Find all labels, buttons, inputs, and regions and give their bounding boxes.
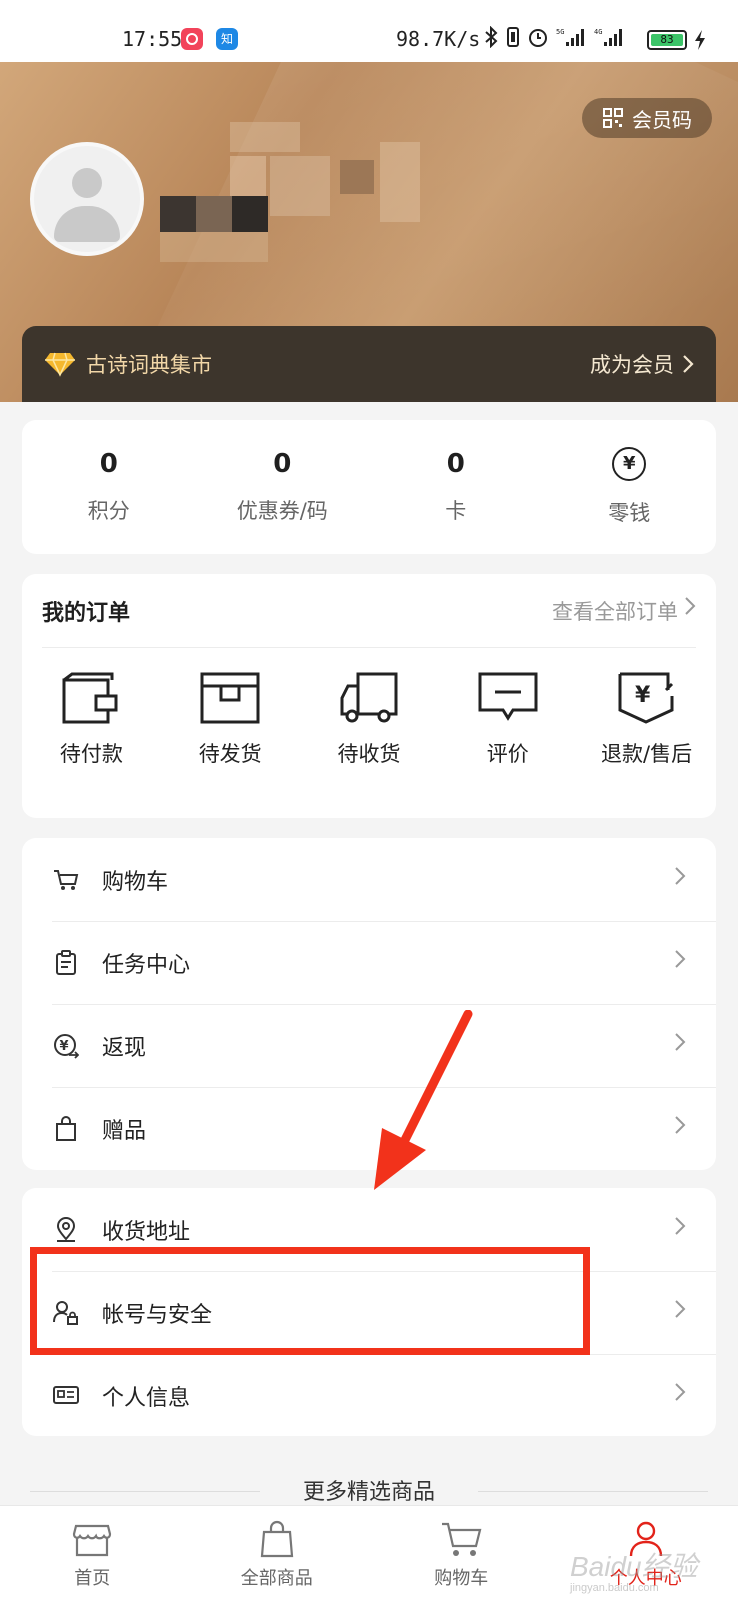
coupons-value: 0: [273, 449, 292, 479]
balance-label: 零钱: [608, 501, 651, 525]
alarm-icon: [529, 29, 547, 47]
orders-header: 我的订单 查看全部订单: [42, 574, 696, 648]
cards-value: 0: [446, 449, 465, 479]
nav-home[interactable]: 首页: [0, 1506, 185, 1600]
cart-icon: [54, 869, 79, 890]
nav-home-label: 首页: [74, 1568, 111, 1589]
orders-title: 我的订单: [42, 600, 131, 626]
stats-card: 0 积分 0 优惠券/码 0 卡 ¥ 零钱: [22, 420, 716, 554]
nav-all-products-label: 全部商品: [240, 1568, 313, 1589]
username-redacted: [160, 122, 440, 272]
store-icon: [73, 1524, 112, 1557]
comment-icon: [478, 672, 538, 721]
chevron-right-icon: [675, 1217, 686, 1235]
app-notification-icon: [181, 28, 203, 50]
bag-icon: [260, 1520, 293, 1558]
menu-label-personal-info: 个人信息: [102, 1385, 191, 1411]
order-status-row: 待付款 待发货 待收货 评价 ¥ 退款/售后: [22, 670, 716, 768]
svg-text:¥: ¥: [635, 683, 651, 708]
chevron-right-icon: [675, 1116, 686, 1134]
status-icons: 5G 4G: [482, 26, 626, 48]
become-member-label: 成为会员: [590, 353, 674, 377]
stat-points[interactable]: 0 积分: [22, 420, 196, 554]
become-member-link[interactable]: 成为会员: [590, 349, 694, 379]
divider-right: [478, 1491, 708, 1492]
membership-bar[interactable]: 古诗词典集市 成为会员: [22, 326, 716, 402]
profile-header: 会员码 古诗词典集市 成为会员: [0, 62, 738, 402]
order-pending-payment[interactable]: 待付款: [22, 670, 161, 768]
order-refund-label: 退款/售后: [601, 742, 693, 766]
cashback-icon: ¥: [54, 1033, 79, 1059]
menu-item-tasks[interactable]: 任务中心: [22, 921, 716, 1004]
bluetooth-icon: [485, 26, 498, 48]
battery-icon: 83: [647, 30, 687, 50]
stat-coupons[interactable]: 0 优惠券/码: [196, 420, 370, 554]
refund-icon: ¥: [618, 672, 674, 724]
chevron-right-icon: [675, 1383, 686, 1401]
gift-bag-icon: [56, 1115, 76, 1141]
order-review[interactable]: 评价: [438, 670, 577, 768]
wallet-icon: [62, 672, 118, 724]
order-pending-shipment-label: 待发货: [198, 742, 262, 766]
view-all-orders-link[interactable]: 查看全部订单: [552, 596, 678, 626]
menu-label-tasks: 任务中心: [102, 952, 191, 978]
charging-icon: [695, 30, 705, 50]
chevron-right-icon: [675, 1033, 686, 1051]
coupons-label: 优惠券/码: [236, 499, 328, 523]
member-code-button[interactable]: 会员码: [582, 98, 712, 138]
points-label: 积分: [87, 499, 130, 523]
vibrate-icon: [507, 27, 519, 47]
member-code-label: 会员码: [632, 107, 692, 132]
truck-icon: [340, 672, 398, 723]
zhihu-notification-icon: 知: [216, 28, 238, 50]
signal-5g-icon: 5G: [556, 28, 584, 46]
order-pending-receipt[interactable]: 待收货: [300, 670, 439, 768]
id-card-icon: [53, 1385, 79, 1404]
store-name: 古诗词典集市: [86, 353, 212, 377]
menu-item-cart[interactable]: 购物车: [22, 838, 716, 921]
baidu-watermark: Baidu经验: [570, 1551, 698, 1582]
svg-text:¥: ¥: [60, 1039, 69, 1054]
chevron-right-icon: [683, 355, 694, 373]
annotation-highlight-box: [30, 1247, 590, 1355]
stat-cards[interactable]: 0 卡: [369, 420, 543, 554]
menu-item-personal-info[interactable]: 个人信息: [22, 1354, 716, 1437]
order-pending-shipment[interactable]: 待发货: [161, 670, 300, 768]
location-icon: [56, 1216, 76, 1242]
points-value: 0: [99, 449, 118, 479]
chevron-right-icon: [685, 596, 696, 615]
status-time: 17:55: [122, 27, 183, 51]
cart-icon: [442, 1522, 482, 1556]
clipboard-icon: [56, 949, 76, 975]
menu-label-cart: 购物车: [102, 869, 169, 895]
nav-cart-label: 购物车: [434, 1568, 489, 1589]
svg-text:5G: 5G: [556, 28, 564, 36]
box-icon: [200, 672, 260, 724]
svg-text:4G: 4G: [594, 28, 602, 36]
menu-label-address: 收货地址: [102, 1219, 191, 1245]
nav-cart[interactable]: 购物车: [369, 1506, 554, 1600]
nav-all-products[interactable]: 全部商品: [185, 1506, 370, 1600]
orders-card: 我的订单 查看全部订单 待付款 待发货 待收货 评价 ¥ 退款/售后: [22, 574, 716, 818]
order-refund[interactable]: ¥ 退款/售后: [577, 670, 716, 768]
signal-4g-icon: 4G: [594, 28, 622, 46]
chevron-right-icon: [675, 950, 686, 968]
barcode-icon: [603, 108, 623, 128]
stat-balance[interactable]: ¥ 零钱: [543, 420, 717, 554]
chevron-right-icon: [675, 867, 686, 885]
more-products-title: 更多精选商品: [302, 1480, 435, 1505]
annotation-arrow: [374, 1010, 473, 1190]
order-pending-receipt-label: 待收货: [337, 742, 401, 766]
diamond-icon: [45, 352, 75, 377]
cards-label: 卡: [445, 499, 467, 523]
avatar[interactable]: [30, 142, 144, 256]
network-speed: 98.7K/s: [396, 27, 481, 51]
order-review-label: 评价: [486, 742, 529, 766]
yuan-icon: ¥: [612, 447, 647, 481]
battery-level: 83: [651, 34, 683, 46]
chevron-right-icon: [675, 1300, 686, 1318]
baidu-watermark-url: jingyan.baidu.com: [570, 1582, 659, 1594]
order-pending-payment-label: 待付款: [59, 742, 123, 766]
status-bar: 17:55 知 98.7K/s 5G 4G 83: [0, 0, 738, 62]
